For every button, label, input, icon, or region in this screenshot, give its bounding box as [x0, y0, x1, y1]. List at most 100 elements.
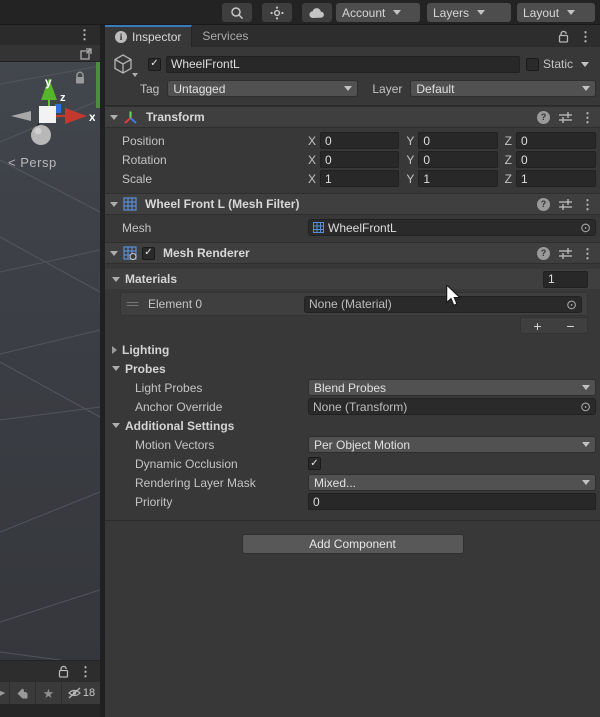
tab-inspector[interactable]: i Inspector — [105, 25, 193, 47]
kebab-menu-icon[interactable]: ⋮ — [579, 30, 592, 43]
scene-visibility-cell[interactable]: 18 — [62, 682, 100, 704]
search-button[interactable] — [222, 3, 252, 22]
rotation-x-field[interactable]: 0 — [320, 151, 400, 168]
materials-count-field[interactable]: 1 — [543, 270, 588, 288]
scale-y-field[interactable]: 1 — [418, 170, 498, 187]
dynamic-occlusion-checkbox[interactable]: ✓ — [308, 457, 321, 470]
rotation-y-field[interactable]: 0 — [418, 151, 498, 168]
renderer-enabled-checkbox[interactable]: ✓ — [142, 246, 155, 260]
add-component-button[interactable]: Add Component — [241, 534, 464, 554]
tag-filter-cell[interactable] — [10, 682, 36, 704]
mesh-value: WheelFrontL — [328, 220, 397, 235]
progress-indicator-button[interactable] — [262, 3, 292, 22]
presets-icon[interactable] — [559, 198, 572, 210]
static-checkbox[interactable]: ✓ — [526, 57, 539, 71]
perspective-toggle[interactable]: < Persp — [8, 155, 57, 170]
help-icon[interactable]: ? — [537, 197, 550, 211]
position-x-field[interactable]: 0 — [320, 132, 400, 149]
tab-services[interactable]: Services — [192, 25, 258, 47]
remove-material-button[interactable]: − — [554, 318, 587, 333]
x-axis-cone — [65, 108, 87, 124]
transform-header[interactable]: Transform ? ⋮ — [105, 106, 600, 128]
chevron-down-icon — [132, 73, 138, 77]
rotation-z-field[interactable]: 0 — [516, 151, 596, 168]
scale-x-field[interactable]: 1 — [320, 170, 400, 187]
foldout-arrow-icon — [112, 345, 117, 354]
layout-dropdown[interactable]: Layout — [517, 3, 595, 22]
rotation-row: Rotation X0 Y0 Z0 — [105, 150, 600, 169]
main-toolbar: Account Layers Layout — [0, 0, 600, 25]
motion-vectors-row: Motion Vectors Per Object Motion — [105, 435, 600, 454]
chevron-down-icon — [582, 385, 590, 390]
scale-z-field[interactable]: 1 — [516, 170, 596, 187]
chevron-down-icon — [582, 86, 590, 91]
account-dropdown[interactable]: Account — [336, 3, 420, 22]
object-picker-icon[interactable]: ⊙ — [580, 400, 591, 413]
foldout-arrow-icon[interactable] — [110, 114, 118, 120]
favorites-cell[interactable]: ★ — [36, 682, 62, 704]
light-probes-dropdown[interactable]: Blend Probes — [308, 379, 596, 396]
materials-foldout[interactable]: Materials 1 — [105, 269, 600, 289]
dynamic-occlusion-label: Dynamic Occlusion — [135, 456, 238, 471]
drag-handle-icon[interactable]: == — [126, 297, 148, 311]
object-picker-icon[interactable]: ⊙ — [580, 221, 591, 234]
kebab-menu-icon[interactable]: ⋮ — [79, 665, 92, 678]
presets-icon[interactable] — [559, 247, 572, 259]
mesh-object-field[interactable]: WheelFrontL ⊙ — [308, 219, 596, 236]
add-material-button[interactable]: + — [521, 318, 554, 333]
partial-icon-cell[interactable] — [0, 682, 10, 704]
active-checkbox[interactable]: ✓ — [148, 57, 161, 71]
object-picker-icon[interactable]: ⊙ — [566, 298, 577, 311]
position-y-field[interactable]: 0 — [418, 132, 498, 149]
scene-viewport[interactable]: y z x < Persp — [0, 62, 100, 660]
layer-dropdown[interactable]: Default — [410, 80, 596, 97]
motion-vectors-dropdown[interactable]: Per Object Motion — [308, 436, 596, 453]
x-axis-label: X — [308, 152, 317, 167]
chevron-down-icon — [582, 442, 590, 447]
cloud-icon — [309, 7, 324, 18]
anchor-override-field[interactable]: None (Transform) ⊙ — [308, 398, 596, 415]
material-value: None (Material) — [309, 297, 392, 311]
cloud-button[interactable] — [302, 3, 332, 22]
foldout-arrow-icon[interactable] — [110, 201, 118, 207]
z-axis-label: Z — [504, 171, 512, 186]
mesh-renderer-header[interactable]: ✓ Mesh Renderer ? ⋮ — [105, 242, 600, 264]
z-axis-label: Z — [504, 152, 512, 167]
kebab-menu-icon[interactable]: ⋮ — [581, 198, 594, 211]
hidden-count: 18 — [82, 687, 96, 699]
gizmo-y-label: y — [45, 75, 52, 89]
material-element-row[interactable]: == Element 0 None (Material) ⊙ — [120, 292, 588, 316]
lighting-foldout[interactable]: Lighting — [105, 340, 600, 359]
progress-indicator-icon — [270, 6, 284, 19]
help-icon[interactable]: ? — [537, 246, 550, 260]
probes-foldout[interactable]: Probes — [105, 359, 600, 378]
kebab-menu-icon[interactable]: ⋮ — [581, 247, 594, 260]
x-axis-label: X — [308, 133, 317, 148]
kebab-menu-icon[interactable]: ⋮ — [581, 111, 594, 124]
presets-icon[interactable] — [559, 111, 572, 123]
transform-tool-icon — [124, 111, 137, 124]
gameobject-name-field[interactable]: WheelFrontL — [166, 55, 520, 73]
static-dropdown-arrow-icon[interactable] — [581, 61, 590, 67]
dynamic-occlusion-row: Dynamic Occlusion ✓ — [105, 454, 600, 473]
unlock-icon[interactable] — [58, 665, 69, 678]
material-object-field[interactable]: None (Material) ⊙ — [304, 295, 582, 313]
additional-settings-foldout[interactable]: Additional Settings — [105, 416, 600, 435]
foldout-arrow-icon[interactable] — [110, 250, 118, 256]
element-label: Element 0 — [148, 297, 203, 311]
rendering-layer-mask-dropdown[interactable]: Mixed... — [308, 474, 596, 491]
mesh-filter-header[interactable]: Wheel Front L (Mesh Filter) ? ⋮ — [105, 193, 600, 215]
unlock-icon[interactable] — [558, 30, 569, 43]
kebab-menu-icon[interactable]: ⋮ — [78, 28, 91, 41]
scene-orientation-gizmo[interactable]: y z x — [3, 70, 95, 162]
priority-field[interactable]: 0 — [308, 493, 596, 510]
layers-dropdown[interactable]: Layers — [427, 3, 511, 22]
popout-icon[interactable] — [80, 48, 92, 60]
tag-dropdown[interactable]: Untagged — [167, 80, 359, 97]
gizmo-z-label: z — [60, 92, 66, 104]
help-icon[interactable]: ? — [537, 110, 550, 124]
additional-settings-label: Additional Settings — [125, 418, 235, 433]
scene-tab-bar: ⋮ — [0, 25, 100, 45]
position-z-field[interactable]: 0 — [516, 132, 596, 149]
gameobject-icon-button[interactable] — [112, 53, 138, 77]
